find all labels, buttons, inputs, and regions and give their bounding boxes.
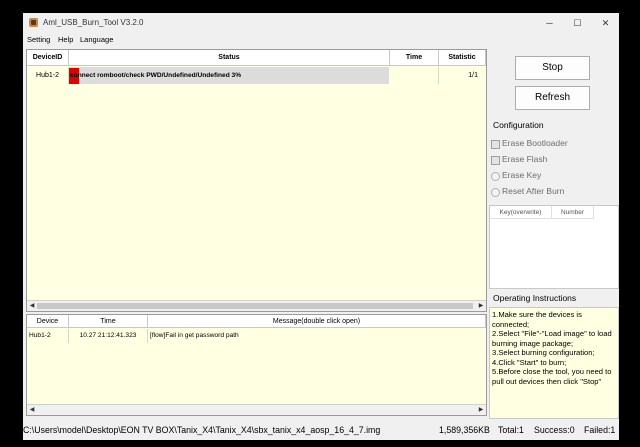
menu-bar: Setting Help Language: [23, 33, 619, 47]
key-header-number[interactable]: Number: [552, 206, 594, 219]
reset-after-burn-radio[interactable]: [491, 188, 500, 197]
window-title: Aml_USB_Burn_Tool V3.2.0: [43, 18, 144, 27]
menu-language[interactable]: Language: [80, 35, 113, 44]
menu-setting[interactable]: Setting: [27, 35, 50, 44]
maximize-button[interactable]: ☐: [564, 13, 591, 33]
minimize-button[interactable]: ─: [536, 13, 563, 33]
status-image-size: 1,589,356KB: [439, 425, 490, 435]
status-image-path: C:\Users\model\Desktop\EON TV BOX\Tanix_…: [23, 425, 381, 435]
log-table[interactable]: Device Time Message(double click open) H…: [26, 314, 487, 416]
erase-key-label[interactable]: Erase Key: [502, 170, 541, 180]
horizontal-scrollbar[interactable]: ◀ ▶: [27, 300, 486, 311]
menu-help[interactable]: Help: [58, 35, 73, 44]
log-header-time[interactable]: Time: [69, 315, 148, 328]
status-total: Total:1: [498, 425, 524, 435]
status-failed: Failed:1: [584, 425, 616, 435]
reset-after-burn-label[interactable]: Reset After Burn: [502, 186, 564, 196]
status-success: Success:0: [534, 425, 575, 435]
device-id-cell[interactable]: Hub1-2: [27, 67, 69, 84]
column-header-deviceid[interactable]: DeviceID: [27, 50, 69, 66]
key-header-overwrite[interactable]: Key(overwrite): [490, 206, 552, 219]
title-bar: Aml_USB_Burn_Tool V3.2.0 ─ ☐ ✕: [23, 13, 619, 33]
log-scroll-right-icon[interactable]: ▶: [476, 405, 486, 415]
configuration-title: Configuration: [493, 120, 544, 130]
close-button[interactable]: ✕: [592, 13, 619, 33]
erase-flash-label[interactable]: Erase Flash: [502, 154, 547, 164]
app-window: Aml_USB_Burn_Tool V3.2.0 ─ ☐ ✕ Setting H…: [23, 13, 619, 440]
refresh-button[interactable]: Refresh: [515, 86, 590, 110]
log-message-cell[interactable]: [flow]Fail in get password path: [148, 329, 486, 343]
erase-flash-checkbox[interactable]: [491, 156, 500, 165]
instructions-panel: 1.Make sure the devices is connected; 2.…: [489, 307, 619, 419]
device-table[interactable]: DeviceID Status Time Statistic Hub1-2 co…: [26, 49, 487, 312]
instructions-text: 1.Make sure the devices is connected; 2.…: [492, 310, 612, 386]
erase-key-radio[interactable]: [491, 172, 500, 181]
column-header-status[interactable]: Status: [69, 50, 390, 66]
instructions-title: Operating Instructions: [493, 293, 577, 303]
stop-button[interactable]: Stop: [515, 56, 590, 80]
key-table[interactable]: Key(overwrite) Number: [489, 205, 619, 289]
status-cell[interactable]: connect romboot/check PWD/Undefined/Unde…: [70, 67, 241, 84]
column-header-statistic[interactable]: Statistic: [439, 50, 486, 66]
log-scroll-left-icon[interactable]: ◀: [27, 405, 37, 415]
column-header-time[interactable]: Time: [390, 50, 439, 66]
time-cell: [390, 67, 439, 84]
log-horizontal-scrollbar[interactable]: ◀ ▶: [27, 404, 486, 415]
log-time-cell[interactable]: 10.27 21:12:41.323: [69, 329, 148, 343]
erase-bootloader-label[interactable]: Erase Bootloader: [502, 138, 568, 148]
log-header-device[interactable]: Device: [27, 315, 69, 328]
scroll-right-icon[interactable]: ▶: [476, 301, 486, 311]
scrollbar-thumb[interactable]: [37, 303, 473, 309]
scroll-left-icon[interactable]: ◀: [27, 301, 37, 311]
log-device-cell[interactable]: Hub1-2: [27, 329, 69, 343]
app-icon: [29, 18, 38, 27]
erase-bootloader-checkbox[interactable]: [491, 140, 500, 149]
statistic-cell: 1/1: [468, 72, 478, 79]
log-header-message[interactable]: Message(double click open): [148, 315, 486, 328]
